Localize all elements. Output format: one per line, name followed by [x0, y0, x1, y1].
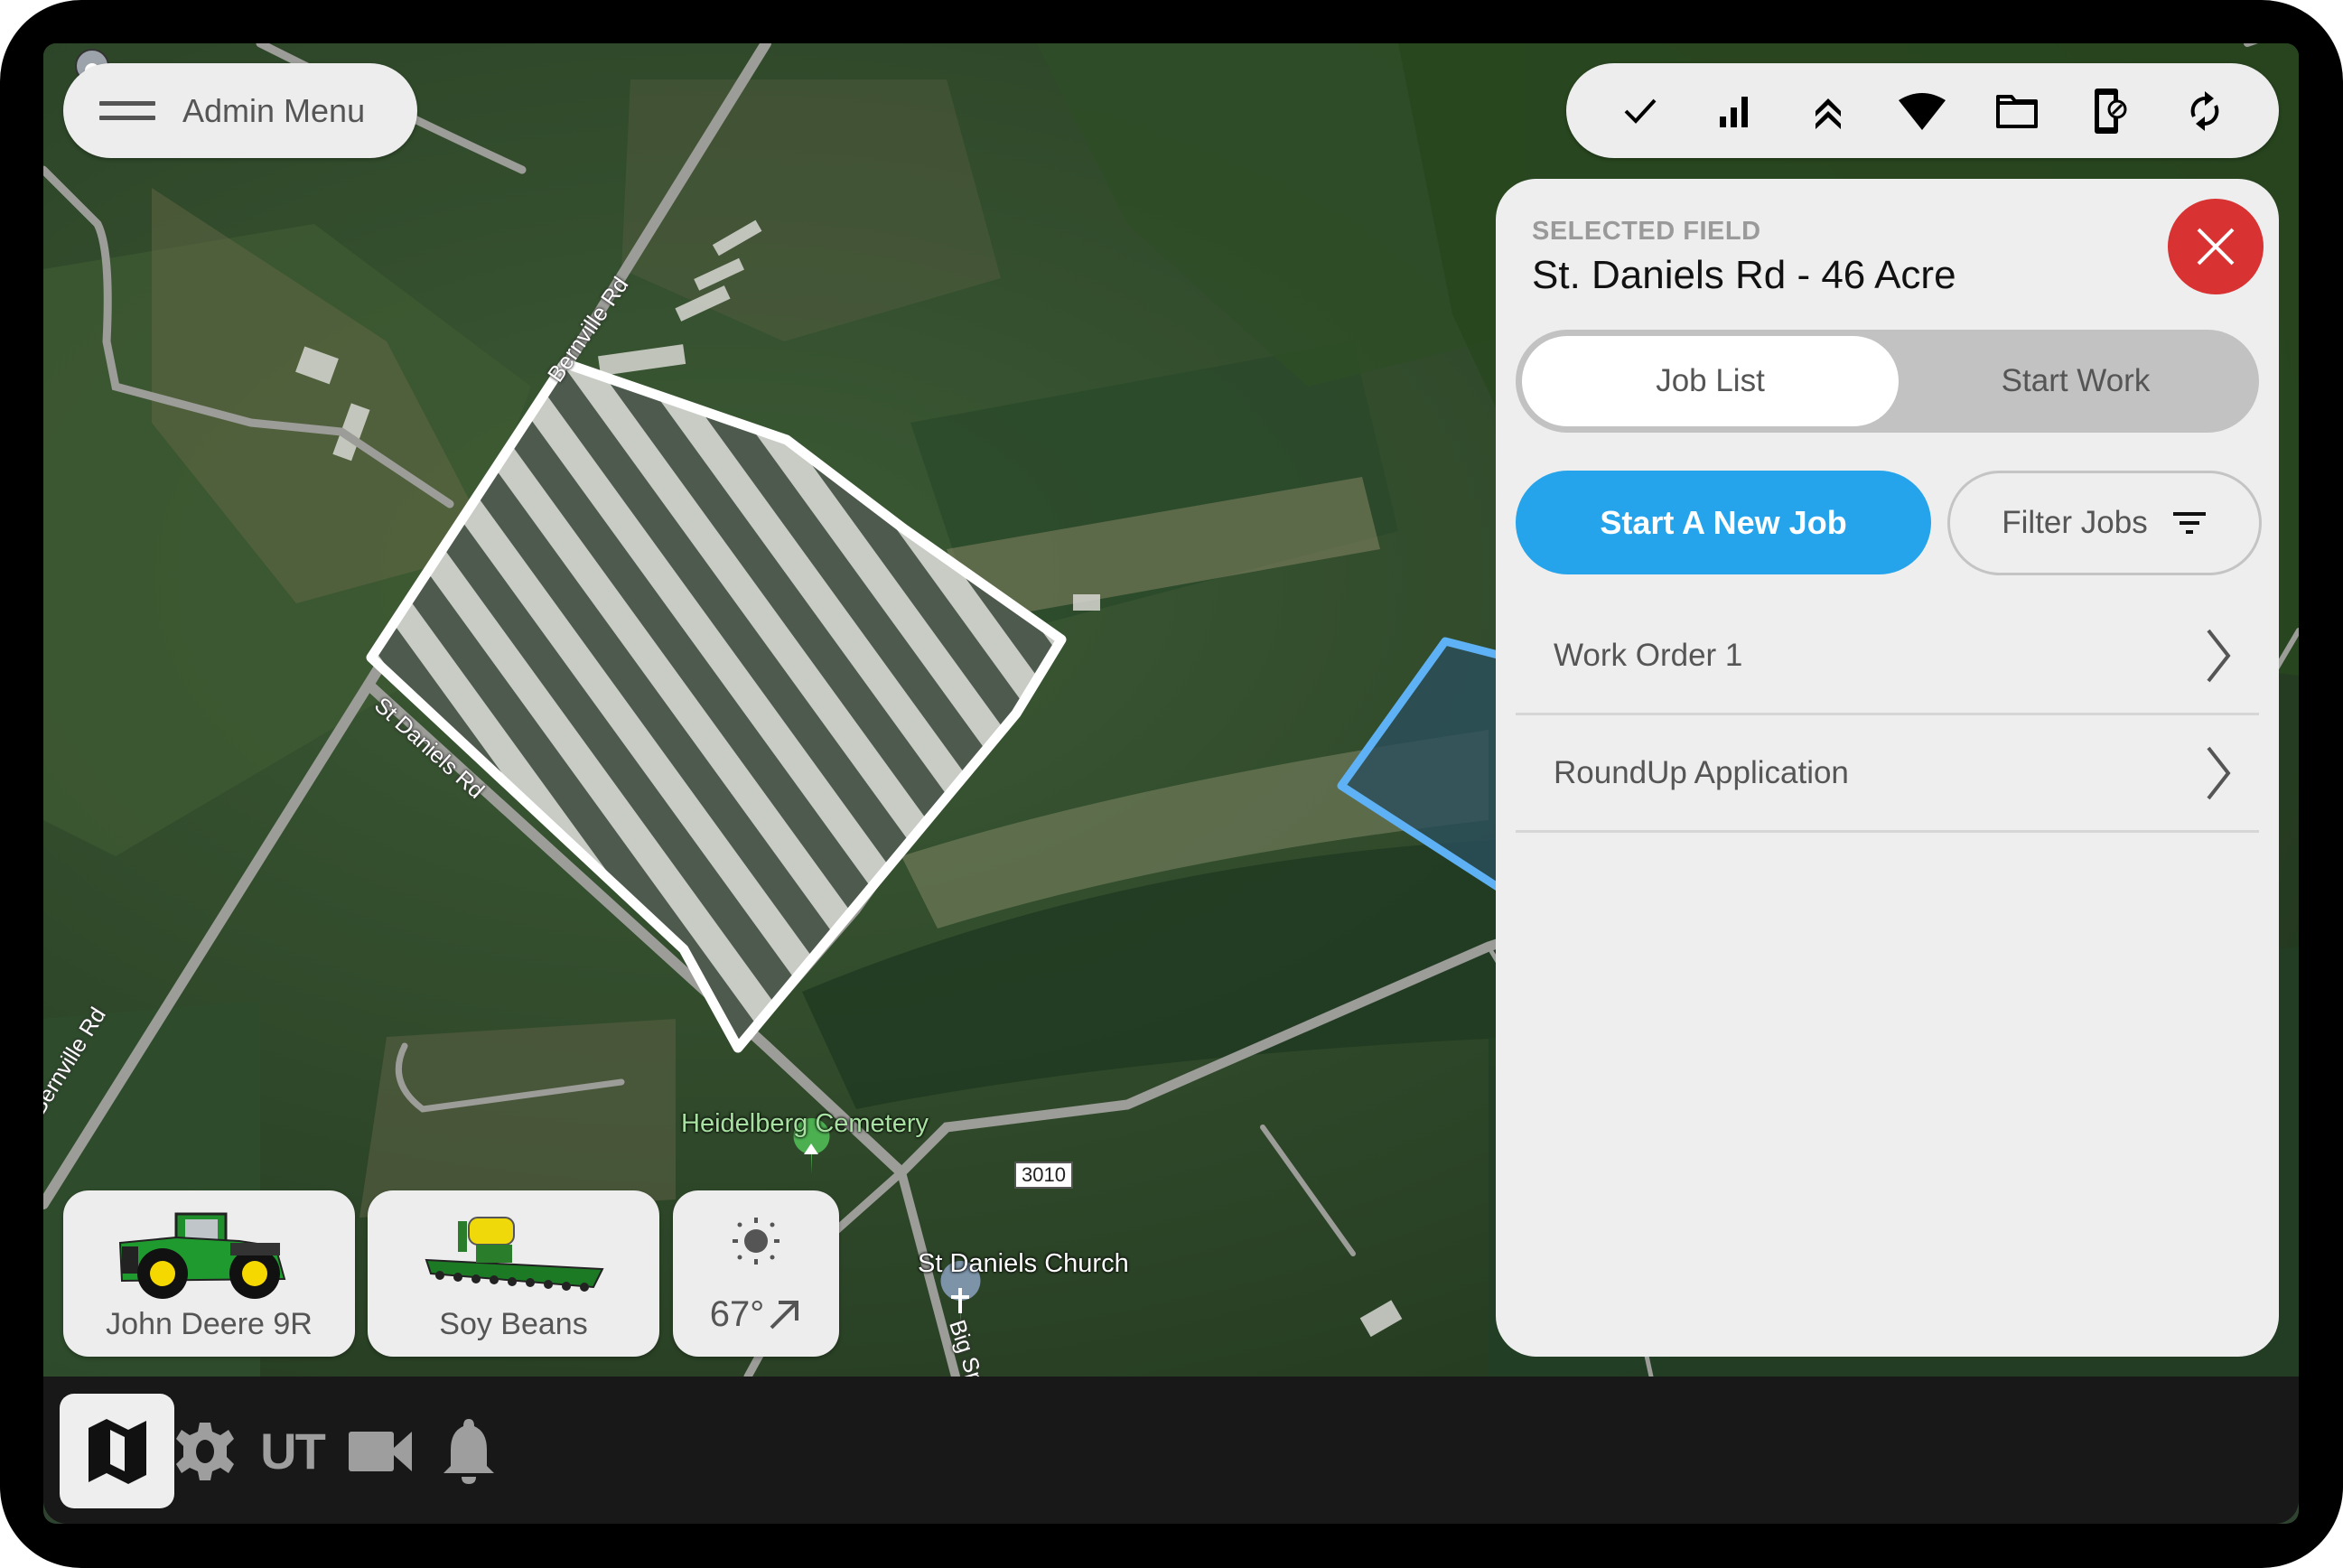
filter-jobs-label: Filter Jobs — [2002, 505, 2148, 540]
job-list-item[interactable]: Work Order 1 — [1516, 598, 2259, 715]
admin-menu-button[interactable]: Admin Menu — [63, 63, 417, 158]
double-chevron-up-icon[interactable] — [1801, 84, 1855, 138]
job-label: RoundUp Application — [1554, 754, 1849, 790]
hamburger-menu-icon — [99, 91, 155, 130]
close-button[interactable] — [2168, 199, 2264, 294]
selected-field-panel: SELECTED FIELD St. Daniels Rd - 46 Acre … — [1496, 179, 2279, 1357]
road-shield-3010: 3010 — [1014, 1162, 1073, 1189]
nav-notifications[interactable] — [411, 1394, 526, 1508]
map-icon — [88, 1418, 146, 1484]
implement-label: Soy Beans — [439, 1307, 588, 1341]
chevron-right-icon — [2207, 629, 2231, 682]
chevron-right-icon — [2207, 746, 2231, 799]
filter-jobs-button[interactable]: Filter Jobs — [1947, 471, 2262, 575]
video-camera-icon — [348, 1431, 412, 1471]
terrain-patch — [359, 1019, 676, 1218]
folder-icon[interactable] — [1990, 84, 2044, 138]
map-label-cemetery[interactable]: Heidelberg Cemetery — [681, 1109, 929, 1139]
start-new-job-button[interactable]: Start A New Job — [1516, 471, 1931, 574]
map-label-church[interactable]: St Daniels Church — [918, 1249, 1129, 1279]
panel-caption: SELECTED FIELD — [1532, 217, 1761, 246]
status-toolbar — [1566, 63, 2279, 158]
job-list-item[interactable]: RoundUp Application — [1516, 715, 2259, 833]
arrow-up-right-icon — [770, 1300, 799, 1329]
gear-icon — [175, 1422, 234, 1480]
sun-icon — [733, 1218, 779, 1265]
field-title: St. Daniels Rd - 46 Acre — [1532, 253, 1956, 297]
vehicle-card[interactable]: John Deere 9R — [63, 1190, 355, 1357]
tractor-icon — [118, 1212, 286, 1299]
tab-start-work[interactable]: Start Work — [1899, 336, 2253, 426]
weather-card[interactable]: 67° — [673, 1190, 839, 1357]
planter-icon — [425, 1217, 604, 1292]
bell-icon — [443, 1418, 494, 1484]
ut-label: UT — [260, 1423, 326, 1479]
job-label: Work Order 1 — [1554, 637, 1743, 673]
tab-job-list[interactable]: Job List — [1522, 336, 1899, 426]
filter-icon — [2172, 512, 2206, 534]
admin-menu-label: Admin Menu — [182, 91, 366, 129]
device-blocked-icon[interactable] — [2084, 84, 2138, 138]
bottom-nav-bar: UT — [43, 1377, 2299, 1524]
close-icon — [2197, 228, 2235, 266]
weather-readout: 67° — [673, 1294, 839, 1335]
panel-tab-switcher: Job List Start Work — [1516, 330, 2259, 433]
temperature-value: 67° — [709, 1294, 765, 1334]
check-icon[interactable] — [1613, 84, 1667, 138]
sync-icon[interactable] — [2178, 84, 2232, 138]
app-screen: Bernville Rd St Daniels Rd Bernville Rd … — [43, 43, 2299, 1524]
wifi-icon[interactable] — [1895, 84, 1949, 138]
vehicle-label: John Deere 9R — [106, 1307, 313, 1341]
signal-bars-icon[interactable] — [1707, 84, 1761, 138]
implement-card[interactable]: Soy Beans — [368, 1190, 659, 1357]
